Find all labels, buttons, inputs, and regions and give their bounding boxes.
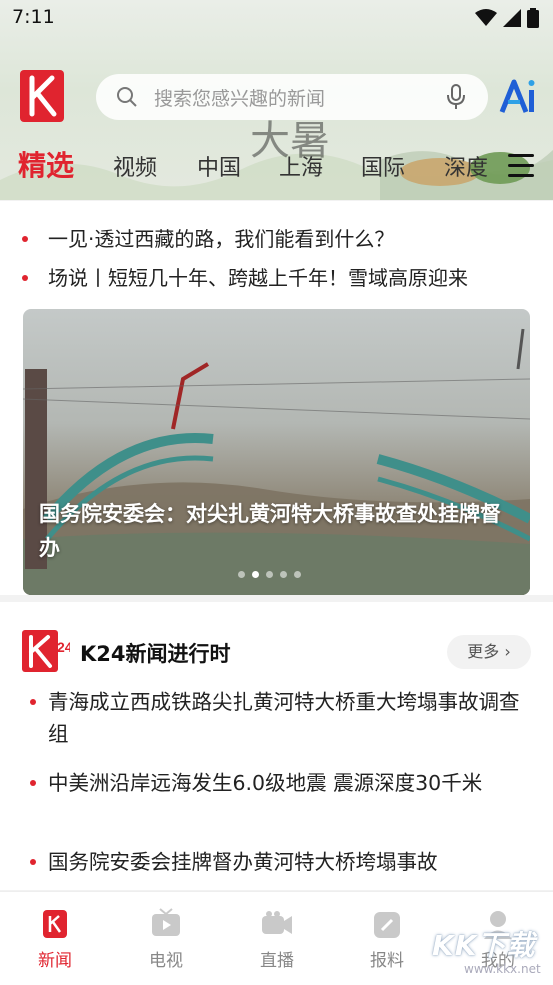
tv-icon xyxy=(152,908,180,936)
headline-item[interactable]: 场说丨短短几十年、跨越上千年！雪域高原迎来 xyxy=(22,262,532,291)
bullet-dot xyxy=(22,235,28,242)
bullet-dot xyxy=(30,699,36,705)
k24-section: 24 K24新闻进行时 更多 › 青海成立西成铁路尖扎黄河特大桥重大垮塌事故调查… xyxy=(0,602,553,890)
watermark: KK下载 xyxy=(432,929,536,962)
banner-caption: 国务院安委会：对尖扎黄河特大桥事故查处挂牌督办 xyxy=(39,502,501,560)
app-logo-icon[interactable] xyxy=(20,70,64,122)
carousel-indicator xyxy=(238,571,301,578)
bullet-dot xyxy=(30,780,36,786)
nav-live[interactable]: 直播 xyxy=(237,906,317,971)
live-camera-icon xyxy=(262,911,292,934)
watermark-url: www.kkx.net xyxy=(464,962,541,976)
svg-text:24: 24 xyxy=(57,639,70,655)
header: 大暑 7:11 搜索您感兴趣的新闻 精选 视频 中国 上海 国际 深度 xyxy=(0,0,553,200)
more-button[interactable]: 更多 › xyxy=(447,635,531,669)
menu-icon[interactable] xyxy=(508,154,534,184)
nav-report[interactable]: 报料 xyxy=(347,906,427,971)
battery-icon xyxy=(527,8,539,28)
bullet-dot xyxy=(30,859,36,865)
report-icon xyxy=(374,912,400,938)
banner-carousel[interactable]: 国务院安委会：对尖扎黄河特大桥事故查处挂牌督办 xyxy=(23,309,530,595)
news-item[interactable]: 青海成立西成铁路尖扎黄河特大桥重大垮塌事故调查组 xyxy=(30,686,520,750)
k24-logo-icon: 24 xyxy=(22,630,70,672)
category-tabs: 精选 视频 中国 上海 国际 深度 xyxy=(0,144,500,190)
featured-section: 一见·透过西藏的路，我们能看到什么？ 场说丨短短几十年、跨越上千年！雪域高原迎来… xyxy=(0,201,553,595)
tab-china[interactable]: 中国 xyxy=(197,150,241,182)
microphone-icon[interactable] xyxy=(446,84,466,110)
tab-video[interactable]: 视频 xyxy=(113,150,157,182)
search-icon xyxy=(117,87,137,107)
nav-tv[interactable]: 电视 xyxy=(126,906,206,971)
tab-international[interactable]: 国际 xyxy=(361,150,405,182)
system-icons xyxy=(475,8,539,28)
news-item[interactable]: 中美洲沿岸远海发生6.0级地震 震源深度30千米 xyxy=(30,767,520,799)
tab-depth[interactable]: 深度 xyxy=(444,150,492,182)
section-title: K24新闻进行时 xyxy=(80,642,231,666)
tab-featured[interactable]: 精选 xyxy=(18,144,74,184)
status-bar: 7:11 xyxy=(0,0,553,36)
wifi-icon xyxy=(475,9,497,26)
chevron-right-icon: › xyxy=(504,642,511,661)
headline-item[interactable]: 一见·透过西藏的路，我们能看到什么？ xyxy=(22,223,532,252)
bullet-dot xyxy=(22,274,28,281)
tab-shanghai[interactable]: 上海 xyxy=(279,150,323,182)
status-time: 7:11 xyxy=(12,6,55,28)
ai-assistant-icon[interactable] xyxy=(498,78,538,114)
nav-news[interactable]: 新闻 xyxy=(15,906,95,971)
search-input[interactable]: 搜索您感兴趣的新闻 xyxy=(154,84,325,111)
news-item[interactable]: 国务院安委会挂牌督办黄河特大桥垮塌事故 xyxy=(30,846,520,878)
search-bar[interactable]: 搜索您感兴趣的新闻 xyxy=(96,74,488,120)
news-icon xyxy=(43,910,67,938)
signal-icon xyxy=(503,9,521,27)
